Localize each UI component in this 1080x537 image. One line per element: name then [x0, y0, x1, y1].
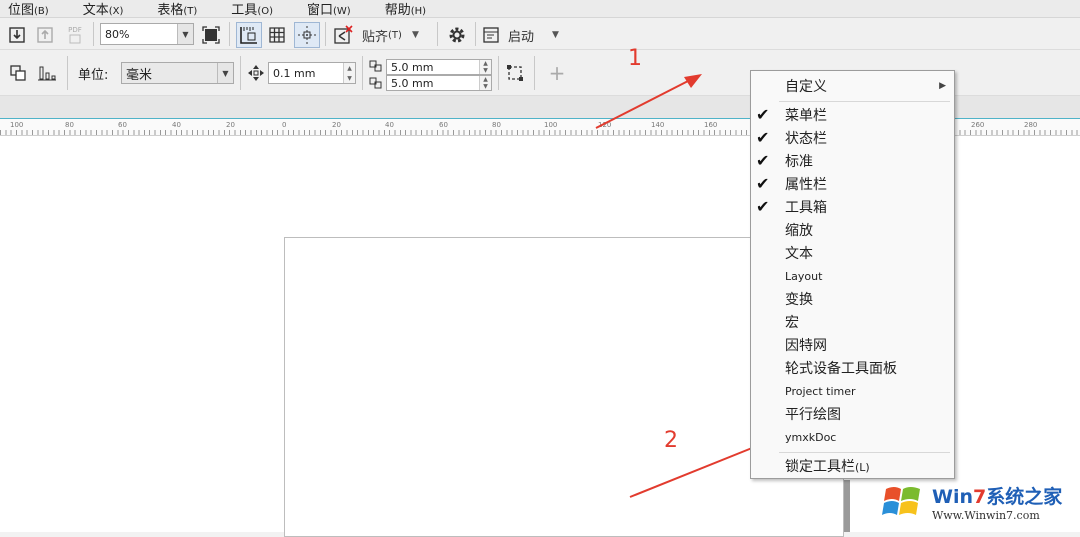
watermark-title-suffix: 系统之家: [986, 486, 1063, 508]
windows-logo-icon: [880, 479, 926, 525]
menu-item-property-bar[interactable]: ✔ 属性栏: [751, 172, 954, 195]
watermark-title-prefix: Win: [932, 486, 973, 508]
check-icon: ✔: [756, 174, 770, 193]
chevron-right-icon: ▶: [939, 80, 946, 91]
check-icon: ✔: [756, 151, 770, 170]
menu-item-customize[interactable]: 自定义 ▶: [751, 74, 954, 97]
menu-item-dial-panel[interactable]: 轮式设备工具面板: [751, 356, 954, 379]
annotation-arrow-1: [595, 79, 691, 129]
annotation-arrowhead-1: [684, 74, 702, 88]
menu-item-text[interactable]: 文本: [751, 241, 954, 264]
menu-item-transform[interactable]: 变换: [751, 287, 954, 310]
menu-item-project-timer[interactable]: Project timer: [751, 380, 954, 403]
toolbar-context-menu: 自定义 ▶ ✔ 菜单栏 ✔ 状态栏 ✔ 标准 ✔ 属性栏 ✔ 工具箱 缩放 文本 Layo…: [750, 70, 955, 479]
menu-item-layout[interactable]: Layout: [751, 265, 954, 288]
watermark-url: Www.Winwin7.com: [932, 509, 1040, 522]
check-icon: ✔: [756, 197, 770, 216]
site-watermark: Win7系统之家 Www.Winwin7.com: [880, 476, 1076, 528]
check-icon: ✔: [756, 128, 770, 147]
check-icon: ✔: [756, 105, 770, 124]
annotation-marker-2: 2: [664, 428, 678, 453]
menu-item-zoom[interactable]: 缩放: [751, 218, 954, 241]
menu-item-statusbar[interactable]: ✔ 状态栏: [751, 126, 954, 149]
menu-item-standard[interactable]: ✔ 标准: [751, 149, 954, 172]
annotation-arrow-2: [629, 443, 763, 498]
menu-item-parallel-drawing[interactable]: 平行绘图: [751, 402, 954, 425]
menu-item-macro[interactable]: 宏: [751, 310, 954, 333]
menu-divider: [779, 101, 950, 102]
annotation-marker-1: 1: [628, 46, 642, 71]
watermark-title-seven: 7: [973, 486, 987, 508]
menu-divider: [779, 452, 950, 453]
menu-item-lock-toolbar[interactable]: 锁定工具栏(L): [751, 454, 954, 477]
menu-item-toolbox[interactable]: ✔ 工具箱: [751, 195, 954, 218]
menu-item-internet[interactable]: 因特网: [751, 333, 954, 356]
menu-item-ymxkdoc[interactable]: ymxkDoc: [751, 426, 954, 449]
menu-item-menubar[interactable]: ✔ 菜单栏: [751, 103, 954, 126]
